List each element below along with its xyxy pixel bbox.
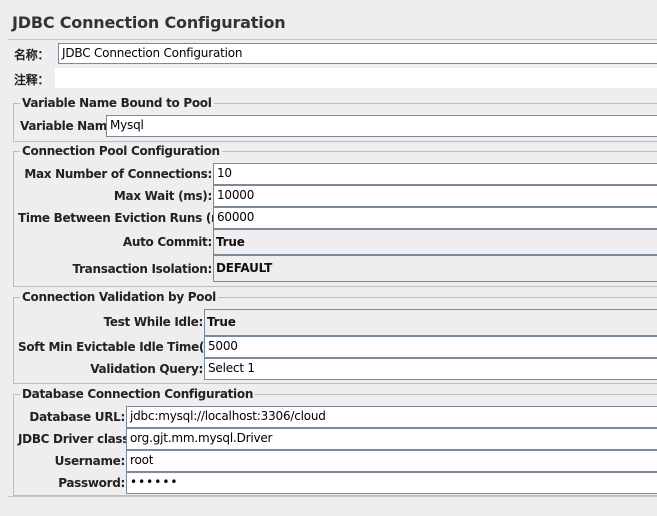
- max-connections-label: Max Number of Connections:: [24, 167, 212, 181]
- validation-query-label: Validation Query:: [90, 362, 203, 376]
- page-title: JDBC Connection Configuration: [12, 13, 286, 32]
- variable-name-label: Variable Name:: [20, 119, 120, 133]
- auto-commit-label: Auto Commit:: [122, 235, 212, 249]
- eviction-runs-field[interactable]: 60000: [213, 207, 657, 229]
- name-field[interactable]: JDBC Connection Configuration: [58, 43, 657, 64]
- pool-group-title: Connection Pool Configuration: [20, 144, 222, 158]
- variable-name-field[interactable]: Mysql: [106, 115, 657, 137]
- title-divider: [8, 39, 657, 40]
- driver-class-label: JDBC Driver class:: [18, 432, 134, 446]
- max-connections-field[interactable]: 10: [213, 163, 657, 185]
- database-url-field[interactable]: jdbc:mysql://localhost:3306/cloud: [126, 406, 657, 428]
- db-group-title: Database Connection Configuration: [20, 387, 256, 401]
- database-url-label: Database URL:: [29, 410, 125, 424]
- comment-field[interactable]: [55, 68, 657, 88]
- test-while-idle-label: Test While Idle:: [103, 315, 204, 329]
- driver-class-field[interactable]: org.gjt.mm.mysql.Driver: [126, 428, 657, 450]
- comment-label: 注释：: [14, 73, 50, 87]
- variable-group-title: Variable Name Bound to Pool: [20, 96, 214, 110]
- username-field[interactable]: root: [126, 450, 657, 472]
- username-label: Username:: [54, 454, 126, 468]
- auto-commit-select[interactable]: True: [213, 229, 657, 255]
- validation-group-title: Connection Validation by Pool: [20, 290, 218, 304]
- eviction-runs-label: Time Between Eviction Runs (ms):: [18, 211, 240, 225]
- bottom-divider: [8, 496, 657, 516]
- max-wait-label: Max Wait (ms):: [113, 189, 212, 203]
- max-wait-field[interactable]: 10000: [213, 185, 657, 207]
- password-field[interactable]: ••••••: [126, 472, 657, 494]
- transaction-isolation-label: Transaction Isolation:: [72, 262, 213, 276]
- name-label: 名称：: [14, 48, 50, 62]
- soft-min-idle-field[interactable]: 5000: [204, 336, 657, 358]
- soft-min-idle-label: Soft Min Evictable Idle Time(ms):: [18, 340, 233, 354]
- validation-query-field[interactable]: Select 1: [204, 358, 657, 380]
- transaction-isolation-select[interactable]: DEFAULT: [213, 255, 657, 282]
- test-while-idle-select[interactable]: True: [204, 309, 657, 336]
- password-label: Password:: [58, 476, 125, 490]
